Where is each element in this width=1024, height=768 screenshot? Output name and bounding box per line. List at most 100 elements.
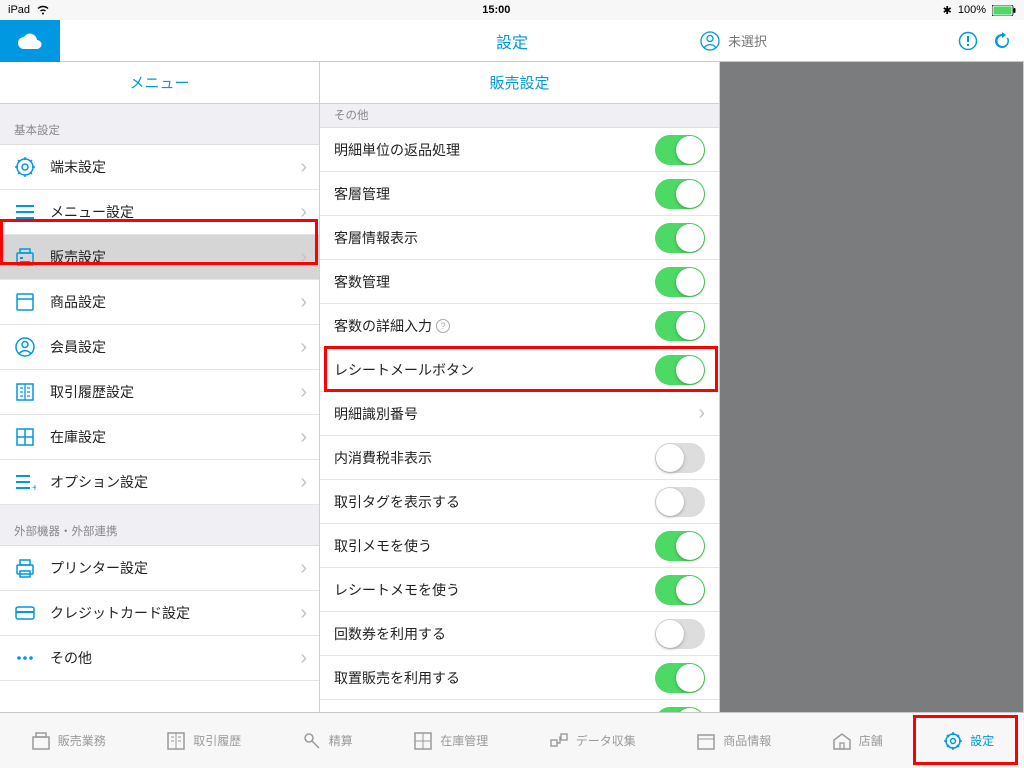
- sidebar-item[interactable]: 商品設定: [0, 280, 319, 325]
- section-basic: 基本設定: [0, 104, 319, 145]
- menu-label: 販売設定: [50, 247, 300, 267]
- sidebar-item[interactable]: プリンター設定: [0, 546, 319, 591]
- menu-column: メニュー 基本設定 端末設定メニュー設定販売設定商品設定会員設定取引履歴設定在庫…: [0, 62, 320, 712]
- tab-item[interactable]: データ収集: [548, 730, 636, 752]
- setting-row: 取置販売を利用する: [320, 656, 719, 700]
- setting-row: 客層管理: [320, 172, 719, 216]
- chevron-right-icon: [300, 557, 307, 580]
- settings-scroll[interactable]: その他 明細単位の返品処理客層管理客層情報表示客数管理客数の詳細入力?レシートメ…: [320, 104, 719, 712]
- tab-icon: [412, 730, 434, 752]
- setting-row: レシートメールボタン: [320, 348, 719, 392]
- user-status-label: 未選択: [728, 31, 767, 50]
- setting-label: 取引メモを使う: [334, 536, 655, 556]
- toggle-switch[interactable]: [655, 531, 705, 561]
- menu-label: クレジットカード設定: [50, 603, 300, 623]
- setting-label: 明細単位の返品処理: [334, 140, 655, 160]
- chevron-right-icon: [300, 246, 307, 269]
- setting-row: 内消費税非表示: [320, 436, 719, 480]
- menu-icon: [12, 334, 38, 360]
- tab-item[interactable]: 在庫管理: [412, 730, 488, 752]
- sidebar-item[interactable]: クレジットカード設定: [0, 591, 319, 636]
- toggle-switch[interactable]: [655, 179, 705, 209]
- sidebar-item[interactable]: その他: [0, 636, 319, 681]
- setting-row: 明細単位の返品処理: [320, 128, 719, 172]
- menu-label: メニュー設定: [50, 202, 300, 222]
- setting-label: 内消費税非表示: [334, 448, 655, 468]
- setting-label: 客層管理: [334, 184, 655, 204]
- menu-icon: [12, 289, 38, 315]
- setting-label: 客層情報表示: [334, 228, 655, 248]
- menu-icon: [12, 645, 38, 671]
- tab-label: 販売業務: [58, 732, 106, 749]
- tab-label: 商品情報: [723, 732, 771, 749]
- refresh-icon[interactable]: [992, 31, 1012, 51]
- section-external: 外部機器・外部連携: [0, 505, 319, 546]
- toggle-switch[interactable]: [655, 223, 705, 253]
- setting-label: レシートメモを使う: [334, 580, 655, 600]
- toggle-switch[interactable]: [655, 311, 705, 341]
- toggle-switch[interactable]: [655, 443, 705, 473]
- menu-icon: [12, 555, 38, 581]
- tab-item[interactable]: 取引履歴: [165, 730, 241, 752]
- sidebar-item[interactable]: 会員設定: [0, 325, 319, 370]
- page-title: 設定: [496, 29, 528, 53]
- setting-row: レシートメモを使う: [320, 568, 719, 612]
- svg-text:+: +: [32, 483, 36, 493]
- setting-row: 取置チェックアウト確認: [320, 700, 719, 712]
- tab-label: 取引履歴: [193, 732, 241, 749]
- setting-row: 客層情報表示: [320, 216, 719, 260]
- tab-item[interactable]: 商品情報: [695, 730, 771, 752]
- bluetooth-icon: ✱: [943, 4, 952, 17]
- toggle-switch[interactable]: [655, 267, 705, 297]
- tab-item[interactable]: 精算: [301, 730, 353, 752]
- help-icon[interactable]: ?: [436, 319, 450, 333]
- tab-icon: [165, 730, 187, 752]
- menu-icon: [12, 600, 38, 626]
- sidebar-item[interactable]: 販売設定: [0, 235, 319, 280]
- menu-icon: +: [12, 469, 38, 495]
- menu-label: オプション設定: [50, 472, 300, 492]
- menu-icon: [12, 379, 38, 405]
- toggle-switch[interactable]: [655, 575, 705, 605]
- cloud-button[interactable]: [0, 20, 60, 62]
- sidebar-item[interactable]: 取引履歴設定: [0, 370, 319, 415]
- toggle-switch[interactable]: [655, 707, 705, 713]
- sidebar-item[interactable]: + オプション設定: [0, 460, 319, 505]
- toggle-switch[interactable]: [655, 355, 705, 385]
- chevron-right-icon[interactable]: [698, 402, 705, 425]
- toggle-switch[interactable]: [655, 663, 705, 693]
- sidebar-item[interactable]: 端末設定: [0, 145, 319, 190]
- status-bar: iPad 15:00 ✱ 100%: [0, 0, 1024, 20]
- tab-icon: [548, 730, 570, 752]
- sidebar-item[interactable]: メニュー設定: [0, 190, 319, 235]
- setting-label: 取置販売を利用する: [334, 668, 655, 688]
- wifi-icon: [36, 5, 50, 15]
- toggle-switch[interactable]: [655, 487, 705, 517]
- chevron-right-icon: [300, 647, 307, 670]
- clock: 15:00: [482, 4, 510, 16]
- menu-icon: [12, 424, 38, 450]
- tab-label: 店舗: [859, 732, 883, 749]
- tab-item[interactable]: 店舗: [831, 730, 883, 752]
- tab-icon: [831, 730, 853, 752]
- menu-header: メニュー: [0, 62, 319, 104]
- user-selection[interactable]: 未選択: [700, 31, 767, 51]
- menu-label: プリンター設定: [50, 558, 300, 578]
- setting-label: 客数管理: [334, 272, 655, 292]
- chevron-right-icon: [300, 336, 307, 359]
- setting-label: 回数券を利用する: [334, 624, 655, 644]
- menu-scroll[interactable]: 基本設定 端末設定メニュー設定販売設定商品設定会員設定取引履歴設定在庫設定 + オプ…: [0, 104, 319, 712]
- tab-bar: 販売業務 取引履歴 精算 在庫管理 データ収集 商品情報 店舗 設定: [0, 712, 1024, 768]
- tab-icon: [695, 730, 717, 752]
- setting-row: 取引タグを表示する: [320, 480, 719, 524]
- toggle-switch[interactable]: [655, 135, 705, 165]
- toggle-switch[interactable]: [655, 619, 705, 649]
- setting-row: 回数券を利用する: [320, 612, 719, 656]
- setting-row: 客数管理: [320, 260, 719, 304]
- alert-icon[interactable]: [958, 31, 978, 51]
- sidebar-item[interactable]: 在庫設定: [0, 415, 319, 460]
- tab-item[interactable]: 設定: [942, 730, 994, 752]
- main-area: メニュー 基本設定 端末設定メニュー設定販売設定商品設定会員設定取引履歴設定在庫…: [0, 62, 1024, 712]
- tab-item[interactable]: 販売業務: [30, 730, 106, 752]
- tab-label: データ収集: [576, 732, 636, 749]
